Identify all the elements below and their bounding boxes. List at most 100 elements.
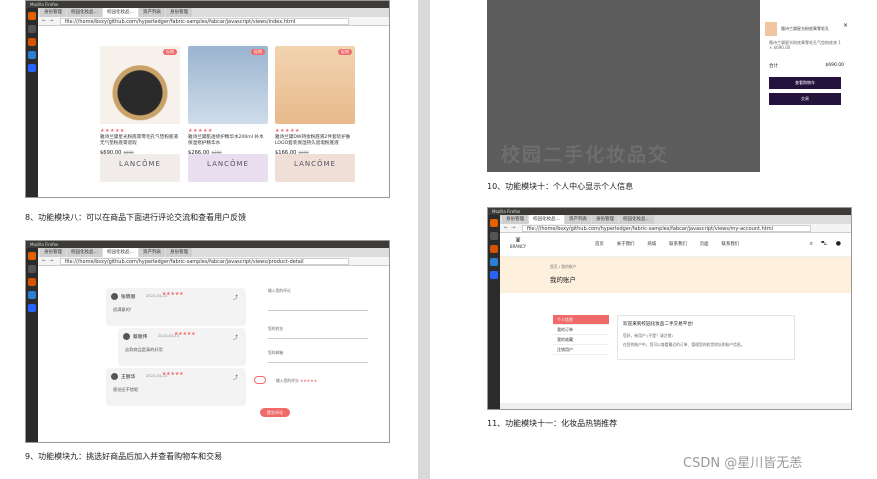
search-icon[interactable]: ⌕ bbox=[810, 240, 813, 248]
product-card[interactable]: LANCÔME bbox=[188, 154, 268, 182]
vscode-icon[interactable] bbox=[28, 304, 36, 312]
product-image[interactable] bbox=[275, 46, 355, 124]
product-image[interactable] bbox=[188, 46, 268, 124]
cart-item-thumb[interactable] bbox=[765, 22, 777, 36]
files-icon[interactable] bbox=[28, 25, 36, 33]
screenshot-product-list: Mozilla Firefox 身份管理 校园化妆品… 校园化妆品… 资产列表 … bbox=[25, 0, 390, 198]
software-icon[interactable] bbox=[28, 278, 36, 286]
product-image[interactable] bbox=[275, 154, 355, 182]
desktop-top-bar: Mozilla Firefox bbox=[488, 208, 851, 215]
tab-3[interactable]: 校园化妆品… bbox=[103, 248, 138, 257]
vscode-icon[interactable] bbox=[28, 64, 36, 72]
avatar bbox=[123, 333, 130, 340]
help-icon[interactable] bbox=[490, 258, 498, 266]
tab-3[interactable]: 校园化妆品… bbox=[103, 8, 138, 17]
menu-item[interactable]: 页面 bbox=[700, 241, 709, 247]
software-icon[interactable] bbox=[490, 245, 498, 253]
url-input[interactable]: file:///home/bsxy/github.com/hyperledger… bbox=[60, 18, 349, 25]
url-input[interactable]: file:///home/bsxy/github.com/hyperledger… bbox=[60, 258, 349, 265]
tab-5[interactable]: 校园化妆品… bbox=[619, 215, 654, 224]
cart-item-sub: 雅诗兰黛星光粉底膏零毛孔气垫粉底液 1 × $690.00 bbox=[769, 40, 841, 50]
close-icon[interactable]: × bbox=[843, 22, 848, 29]
tab-4[interactable]: 资产列表 bbox=[139, 8, 165, 17]
tab-1[interactable]: 身份管理 bbox=[502, 215, 528, 224]
comment-text: 很满意的! bbox=[113, 307, 132, 312]
name-input[interactable] bbox=[268, 338, 368, 339]
launcher bbox=[26, 8, 38, 197]
tab-5[interactable]: 身份管理 bbox=[166, 8, 192, 17]
menu-item[interactable]: 联系我们 bbox=[669, 241, 687, 247]
account-nav-item[interactable]: 我的订单 bbox=[553, 325, 609, 335]
account-nav-item[interactable]: 注销用户 bbox=[553, 345, 609, 355]
launcher bbox=[488, 215, 500, 409]
reply-icon[interactable]: ⤴ bbox=[233, 334, 238, 341]
desktop-top-bar: Mozilla Firefox bbox=[26, 1, 389, 8]
forward-icon[interactable]: → bbox=[49, 19, 54, 24]
files-icon[interactable] bbox=[28, 265, 36, 273]
firefox-icon[interactable] bbox=[28, 12, 36, 20]
dimmed-overlay[interactable]: 校园二手化妆品交 bbox=[487, 0, 760, 172]
email-input[interactable] bbox=[268, 362, 368, 363]
total-label: 合计 bbox=[769, 64, 778, 69]
tab-2[interactable]: 校园化妆品… bbox=[529, 215, 564, 224]
help-icon[interactable] bbox=[28, 291, 36, 299]
url-input[interactable]: file:///home/bsxy/github.com/hyperledger… bbox=[522, 225, 811, 232]
product-image[interactable] bbox=[100, 154, 180, 182]
comment-card: 张晓丽 2023-03-14 ★★★★★ ⤴ 很满意的! bbox=[106, 288, 246, 326]
product-card[interactable]: LANCÔME bbox=[100, 154, 180, 182]
cart-drawer: × 雅诗兰黛星光粉底膏零毛孔 雅诗兰黛星光粉底膏零毛孔气垫粉底液 1 × $69… bbox=[760, 0, 852, 172]
right-page: 校园二手化妆品交 × 雅诗兰黛星光粉底膏零毛孔 雅诗兰黛星光粉底膏零毛孔气垫粉底… bbox=[430, 0, 877, 479]
avatar bbox=[111, 293, 118, 300]
menu-item[interactable]: 首页 bbox=[595, 241, 604, 247]
firefox-icon[interactable] bbox=[28, 252, 36, 260]
back-icon[interactable]: ← bbox=[42, 259, 47, 264]
firefox-icon[interactable] bbox=[490, 219, 498, 227]
reply-icon[interactable]: ⤴ bbox=[233, 294, 238, 301]
checkout-button[interactable]: 交易 bbox=[769, 93, 841, 105]
product-card[interactable]: LANCÔME bbox=[275, 154, 355, 182]
site-logo[interactable]: ♛ BRANCY bbox=[508, 236, 528, 249]
comment-text: 这款商品是真的好用 bbox=[125, 347, 163, 352]
rate-toggle[interactable] bbox=[254, 376, 266, 384]
menu-item[interactable]: 联系我们 bbox=[722, 241, 740, 247]
back-icon[interactable]: ← bbox=[42, 19, 47, 24]
account-nav-item[interactable]: 我的收藏 bbox=[553, 335, 609, 345]
tab-2[interactable]: 校园化妆品… bbox=[67, 248, 102, 257]
launcher bbox=[26, 248, 38, 442]
software-icon[interactable] bbox=[28, 38, 36, 46]
comment-input[interactable] bbox=[268, 310, 368, 311]
files-icon[interactable] bbox=[490, 232, 498, 240]
forward-icon[interactable]: → bbox=[511, 226, 516, 231]
view-cart-button[interactable]: 查看购物车 bbox=[769, 77, 841, 89]
submit-comment-button[interactable]: 提交评论 bbox=[260, 408, 290, 417]
cart-icon[interactable]: ⛍ bbox=[821, 240, 827, 248]
tab-3[interactable]: 资产列表 bbox=[565, 215, 591, 224]
tab-4[interactable]: 资产列表 bbox=[139, 248, 165, 257]
product-desc[interactable]: 雅诗兰黛DW持妆粉底液2件套装护肤LOGO套装保湿持久遮瑕粉底液 bbox=[275, 135, 355, 147]
vscode-icon[interactable] bbox=[490, 271, 498, 279]
product-image[interactable] bbox=[188, 154, 268, 182]
help-icon[interactable] bbox=[28, 51, 36, 59]
browser-tabs: 身份管理 校园化妆品… 校园化妆品… 资产列表 身份管理 bbox=[38, 8, 389, 17]
product-desc[interactable]: 雅诗兰黛星光粉底膏零毛孔气垫粉底液无气垫粉底膏遮瑕 bbox=[100, 135, 180, 147]
account-nav: 个人信息 我的订单 我的收藏 注销用户 bbox=[553, 315, 609, 355]
rating-stars: ★★★★★ bbox=[100, 128, 125, 134]
product-image[interactable] bbox=[100, 46, 180, 124]
forward-icon[interactable]: → bbox=[49, 259, 54, 264]
back-icon[interactable]: ← bbox=[504, 226, 509, 231]
tab-2[interactable]: 校园化妆品… bbox=[67, 8, 102, 17]
product-desc[interactable]: 雅诗兰黛肌透修护精华水200ml 补水保湿修护精华水 bbox=[188, 135, 268, 147]
menu-item[interactable]: 商城 bbox=[647, 241, 656, 247]
tab-5[interactable]: 身份管理 bbox=[166, 248, 192, 257]
tab-4[interactable]: 身份管理 bbox=[592, 215, 618, 224]
rating-stars: ★★★★★ bbox=[174, 332, 196, 337]
tab-1[interactable]: 身份管理 bbox=[40, 8, 66, 17]
tab-1[interactable]: 身份管理 bbox=[40, 248, 66, 257]
user-icon[interactable]: ● bbox=[836, 240, 841, 247]
status-bar bbox=[500, 403, 851, 409]
menu-item[interactable]: 关于我们 bbox=[617, 241, 635, 247]
reply-icon[interactable]: ⤴ bbox=[233, 374, 238, 381]
sale-badge: 促销 bbox=[251, 49, 265, 55]
cart-item-title[interactable]: 雅诗兰黛星光粉底膏零毛孔 bbox=[781, 26, 843, 31]
account-nav-item[interactable]: 个人信息 bbox=[553, 315, 609, 325]
